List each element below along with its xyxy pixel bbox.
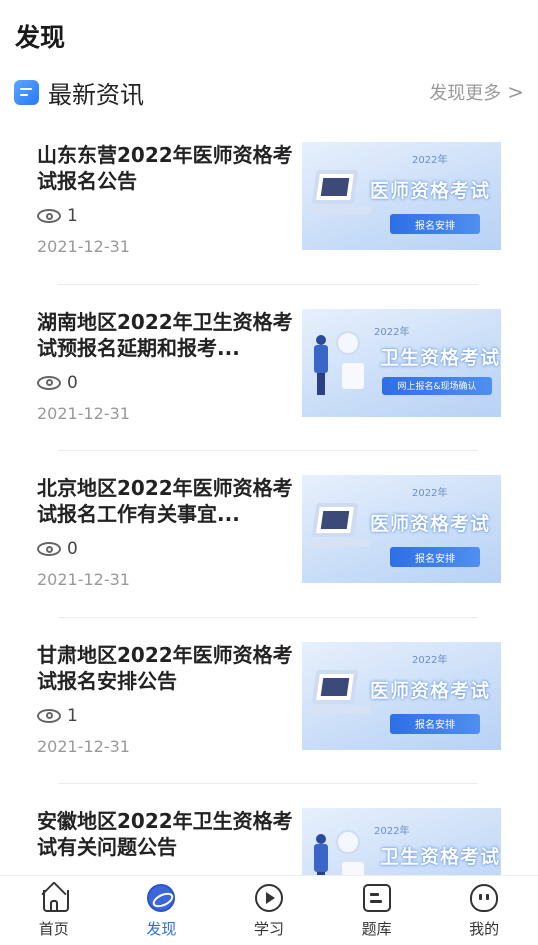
page-title: 发现 xyxy=(15,23,66,52)
eye-icon xyxy=(37,708,61,723)
news-item[interactable]: 北京地区2022年医师资格考试报名工作有关事宜... 0 2021-12-31 … xyxy=(0,451,538,618)
news-title: 安徽地区2022年卫生资格考试有关问题公告 xyxy=(37,809,293,859)
thumb-year: 2022年 xyxy=(374,826,410,837)
discover-icon xyxy=(147,884,176,912)
news-date: 2021-12-31 xyxy=(37,403,130,423)
tab-label: 我的 xyxy=(469,920,500,938)
chevron-right-icon: > xyxy=(507,80,524,104)
tab-question-bank[interactable]: 题库 xyxy=(323,876,431,945)
news-thumbnail: 2022年 医师资格考试 报名安排 xyxy=(302,475,501,583)
discover-more-link[interactable]: 发现更多 > xyxy=(429,79,524,105)
eye-icon xyxy=(37,375,61,390)
thumb-year: 2022年 xyxy=(412,155,448,166)
eye-icon xyxy=(37,209,61,223)
tab-home[interactable]: 首页 xyxy=(0,876,108,945)
news-section-icon xyxy=(14,79,39,105)
view-count: 1 xyxy=(37,206,78,226)
laptop-illustration xyxy=(308,669,370,732)
news-section-header: 最新资讯 发现更多 > xyxy=(14,76,524,109)
tab-discover[interactable]: 发现 xyxy=(108,876,216,945)
eye-icon xyxy=(37,542,61,556)
news-title: 甘肃地区2022年医师资格考试报名安排公告 xyxy=(37,642,293,693)
question-bank-icon xyxy=(362,884,391,912)
news-item[interactable]: 湖南地区2022年卫生资格考试预报名延期和报考... 0 2021-12-31 … xyxy=(0,285,538,451)
view-count: 1 xyxy=(37,706,78,726)
discover-more-label: 发现更多 xyxy=(429,83,502,104)
thumb-headline: 医师资格考试 xyxy=(370,679,491,702)
thumb-headline: 卫生资格考试 xyxy=(380,346,501,369)
bottom-tab-bar: 首页 发现 学习 题库 我的 xyxy=(0,875,538,945)
thumb-headline: 卫生资格考试 xyxy=(380,846,501,868)
home-icon xyxy=(40,884,69,912)
news-thumbnail: 2022年 医师资格考试 报名安排 xyxy=(302,641,501,750)
news-title: 北京地区2022年医师资格考试报名工作有关事宜... xyxy=(37,476,293,526)
view-count-value: 1 xyxy=(67,206,78,226)
play-circle-icon xyxy=(254,884,283,912)
thumb-tag: 报名安排 xyxy=(390,214,480,234)
news-item[interactable]: 山东东营2022年医师资格考试报名公告 1 2021-12-31 2022年 医… xyxy=(0,118,538,285)
news-title: 湖南地区2022年卫生资格考试预报名延期和报考... xyxy=(37,309,293,360)
thumb-year: 2022年 xyxy=(412,488,448,499)
view-count: 0 xyxy=(37,539,78,559)
laptop-illustration xyxy=(308,170,370,232)
tab-label: 题库 xyxy=(361,920,392,938)
thumb-year: 2022年 xyxy=(412,654,448,666)
tab-label: 发现 xyxy=(146,920,177,938)
laptop-illustration xyxy=(308,503,370,565)
news-date: 2021-12-31 xyxy=(37,570,130,589)
thumb-tag: 报名安排 xyxy=(390,713,480,734)
news-section-title: 最新资讯 xyxy=(48,80,144,109)
news-date: 2021-12-31 xyxy=(37,736,130,756)
doctor-illustration xyxy=(312,330,364,403)
thumb-tag: 报名安排 xyxy=(390,547,480,567)
news-item[interactable]: 甘肃地区2022年医师资格考试报名安排公告 1 2021-12-31 2022年… xyxy=(0,618,538,784)
thumb-year: 2022年 xyxy=(374,326,410,338)
tab-label: 学习 xyxy=(253,920,284,938)
profile-icon xyxy=(470,884,499,912)
view-count-value: 0 xyxy=(67,372,78,393)
view-count-value: 0 xyxy=(67,539,78,559)
news-date: 2021-12-31 xyxy=(37,237,130,256)
view-count: 0 xyxy=(37,373,78,393)
view-count-value: 1 xyxy=(67,705,78,726)
news-title: 山东东营2022年医师资格考试报名公告 xyxy=(37,143,293,193)
tab-label: 首页 xyxy=(38,920,69,938)
thumb-headline: 医师资格考试 xyxy=(370,180,491,202)
tab-profile[interactable]: 我的 xyxy=(430,876,538,945)
tab-study[interactable]: 学习 xyxy=(215,876,323,945)
thumb-tag: 网上报名&现场确认 xyxy=(382,376,492,395)
news-thumbnail: 2022年 医师资格考试 报名安排 xyxy=(302,142,501,250)
news-list: 山东东营2022年医师资格考试报名公告 1 2021-12-31 2022年 医… xyxy=(0,118,538,945)
thumb-headline: 医师资格考试 xyxy=(370,513,491,535)
news-thumbnail: 2022年 卫生资格考试 网上报名&现场确认 xyxy=(302,308,501,417)
